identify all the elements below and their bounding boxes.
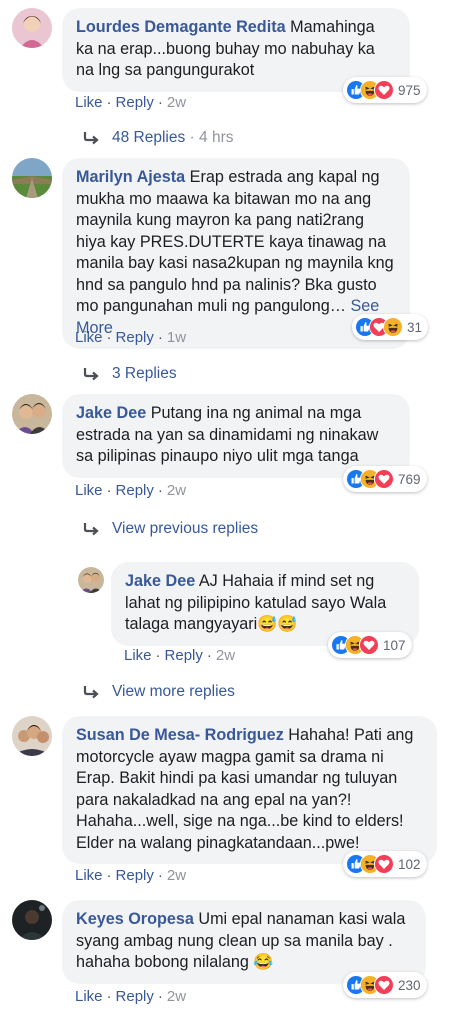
reply-arrow-icon [83,132,99,145]
reaction-summary[interactable]: 769 [343,466,427,492]
reply-arrow-icon [83,368,99,381]
reply-arrow-icon [83,686,99,699]
view-more-replies-link[interactable]: View more replies [82,683,235,701]
avatar[interactable] [12,158,52,198]
comment-actions: Like · Reply · 2w [75,94,187,111]
avatar[interactable] [12,716,52,756]
reaction-summary[interactable]: 230 [343,972,427,998]
comment-age[interactable]: 2w [216,647,235,664]
reaction-count: 230 [398,977,421,993]
love-icon [359,635,379,655]
commenter-name[interactable]: Susan De Mesa- Rodriguez [76,726,284,744]
like-button[interactable]: Like [75,482,103,499]
haha-icon [383,317,403,337]
view-more-label[interactable]: View more replies [112,683,235,701]
reaction-summary[interactable]: 107 [328,632,412,658]
reaction-summary[interactable]: 31 [352,314,429,340]
comment-actions: Like · Reply · 1w [75,329,187,346]
comment-actions: Like · Reply · 2w [124,647,236,664]
love-icon [374,469,394,489]
comment-bubble: Keyes Oropesa Umi epal nanaman kasi wala… [62,900,426,984]
like-button[interactable]: Like [75,867,103,884]
replies-count[interactable]: 3 Replies [112,365,177,383]
reply-button[interactable]: Reply [116,94,154,111]
reaction-summary[interactable]: 102 [343,851,427,877]
comment-age[interactable]: 2w [167,867,186,884]
avatar[interactable] [12,8,52,48]
view-previous-replies-link[interactable]: View previous replies [82,520,258,538]
view-previous-label[interactable]: View previous replies [112,520,258,538]
love-icon [374,854,394,874]
commenter-name[interactable]: Jake Dee [125,572,195,590]
comment-actions: Like · Reply · 2w [75,482,187,499]
view-replies-link[interactable]: 3 Replies [82,365,177,383]
commenter-name[interactable]: Jake Dee [76,404,146,422]
view-replies-link[interactable]: 48 Replies · 4 hrs [82,129,234,147]
love-icon [374,975,394,995]
reply-button[interactable]: Reply [116,988,154,1005]
reply-button[interactable]: Reply [116,482,154,499]
replies-age: 4 hrs [199,129,234,146]
comment-age[interactable]: 2w [167,482,186,499]
commenter-name[interactable]: Keyes Oropesa [76,910,194,928]
comment-age[interactable]: 2w [167,988,186,1005]
comment-actions: Like · Reply · 2w [75,988,187,1005]
love-icon [374,80,394,100]
reaction-count: 107 [383,637,406,653]
like-button[interactable]: Like [75,988,103,1005]
like-button[interactable]: Like [75,329,103,346]
comment-age[interactable]: 1w [167,329,186,346]
comment-text: Hahaha! Pati ang motorcycle ayaw magpa g… [76,726,414,852]
reply-button[interactable]: Reply [116,867,154,884]
reaction-count: 31 [407,319,423,335]
commenter-name[interactable]: Lourdes Demagante Redita [76,18,286,36]
like-button[interactable]: Like [124,647,152,664]
avatar[interactable] [12,394,52,434]
avatar[interactable] [12,900,52,940]
reply-arrow-icon [83,523,99,536]
avatar[interactable] [78,567,104,593]
comment-age[interactable]: 2w [167,94,186,111]
comment-bubble: Jake Dee Putang ina ng animal na mga est… [62,394,410,478]
like-button[interactable]: Like [75,94,103,111]
comment-actions: Like · Reply · 2w [75,867,187,884]
comment-bubble: Susan De Mesa- Rodriguez Hahaha! Pati an… [62,716,437,864]
reaction-count: 975 [398,82,421,98]
reaction-summary[interactable]: 975 [343,77,427,103]
reply-button[interactable]: Reply [165,647,203,664]
comment-text: Erap estrada ang kapal ng mukha mo maawa… [76,168,394,315]
commenter-name[interactable]: Marilyn Ajesta [76,168,185,186]
replies-count[interactable]: 48 Replies [112,129,185,147]
reaction-count: 769 [398,471,421,487]
reaction-count: 102 [398,856,421,872]
reply-button[interactable]: Reply [116,329,154,346]
